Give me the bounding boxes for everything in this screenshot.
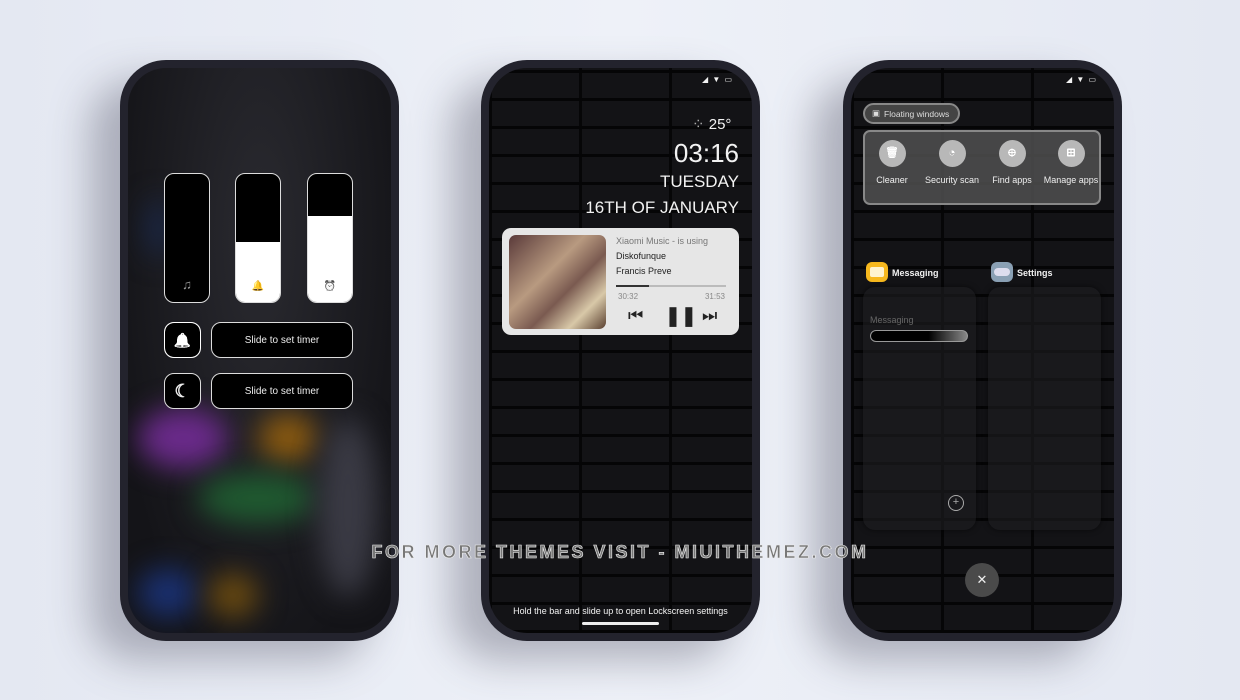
quick-action-2[interactable]: ⊕ Find apps xyxy=(982,140,1042,186)
pause-icon[interactable]: ❚❚ xyxy=(665,305,697,328)
volume-fill xyxy=(236,241,280,302)
quick-action-label: Cleaner xyxy=(876,175,908,185)
date: 16TH OF JANUARY xyxy=(585,198,739,217)
floating-windows-label: Floating windows xyxy=(884,108,950,119)
bell-icon: 🔔 xyxy=(173,331,192,348)
floating-windows-button[interactable]: ▣ Floating windows xyxy=(863,103,960,124)
duration: 31:53 xyxy=(704,292,725,301)
watermark: FOR MORE THEMES VISIT - MIUITHEMEZ.COM xyxy=(371,542,869,563)
music-note-icon: ♫ xyxy=(182,277,192,292)
music-source: Xiaomi Music - is using xyxy=(616,236,709,246)
temperature: 25° xyxy=(708,116,732,133)
song-title: Diskofunque xyxy=(616,251,667,261)
quick-action-label: Manage apps xyxy=(1043,175,1099,185)
ring-volume-slider[interactable]: 🔔 xyxy=(235,173,281,303)
window-icon: ▣ xyxy=(872,108,881,118)
quick-action-label: Find apps xyxy=(992,175,1032,185)
quick-action-0[interactable]: 🗑 Cleaner xyxy=(862,140,922,186)
close-all-button[interactable]: ✕ xyxy=(965,563,999,597)
recent-card-messaging[interactable]: Messaging + xyxy=(863,287,976,530)
ring-toggle-button[interactable]: 🔔 xyxy=(164,322,201,358)
moon-icon: ☾ xyxy=(174,380,191,401)
elapsed-time: 30:32 xyxy=(618,292,639,301)
previous-icon[interactable]: ⏮ xyxy=(628,306,643,326)
home-bar[interactable] xyxy=(582,622,659,625)
dnd-timer-slider[interactable]: Slide to set timer xyxy=(211,373,353,409)
gauge-icon: ◔ xyxy=(938,140,966,167)
alarm-volume-slider[interactable]: ⏰ xyxy=(307,173,353,303)
grid-icon: ⊞ xyxy=(1057,140,1085,167)
status-icons: ◢ ▼ ▭ xyxy=(1066,75,1098,84)
music-widget: Xiaomi Music - is using Diskofunque Fran… xyxy=(502,228,739,335)
weather: ⁘ 25° xyxy=(692,115,731,133)
card-label: Messaging xyxy=(870,315,914,325)
quick-action-label: Security scan xyxy=(924,175,980,185)
clock: 03:16 xyxy=(673,138,739,168)
bell-icon: 🔔 xyxy=(251,281,265,292)
lockscreen-hint: Hold the bar and slide up to open Locksc… xyxy=(513,606,728,616)
dnd-toggle-button[interactable]: ☾ xyxy=(164,373,201,409)
album-art xyxy=(509,235,606,329)
search-apps-icon: ⊕ xyxy=(998,140,1026,167)
timer-label: Slide to set timer xyxy=(244,334,320,346)
recent-card-settings[interactable] xyxy=(988,287,1101,530)
app-name: Messaging xyxy=(892,268,939,278)
song-artist: Francis Preve xyxy=(616,266,672,276)
day: TUESDAY xyxy=(659,172,739,191)
plus-icon[interactable]: + xyxy=(948,495,964,511)
ring-timer-slider[interactable]: Slide to set timer xyxy=(211,322,353,358)
progress-bar[interactable] xyxy=(616,285,726,287)
alarm-clock-icon: ⏰ xyxy=(323,281,337,292)
messaging-app-icon[interactable] xyxy=(866,262,888,282)
weather-icon: ⁘ xyxy=(692,116,705,133)
timer-label: Slide to set timer xyxy=(244,385,320,397)
app-name: Settings xyxy=(1017,268,1053,278)
media-volume-slider[interactable]: ♫ xyxy=(164,173,210,303)
quick-action-1[interactable]: ◔ Security scan xyxy=(922,140,982,186)
close-icon: ✕ xyxy=(976,572,988,587)
trash-icon: 🗑 xyxy=(878,140,906,167)
quick-action-3[interactable]: ⊞ Manage apps xyxy=(1041,140,1101,186)
next-icon[interactable]: ⏭ xyxy=(702,306,717,326)
settings-app-icon[interactable] xyxy=(991,262,1013,282)
status-icons: ◢ ▼ ▭ xyxy=(702,75,734,84)
search-bar xyxy=(870,330,968,342)
